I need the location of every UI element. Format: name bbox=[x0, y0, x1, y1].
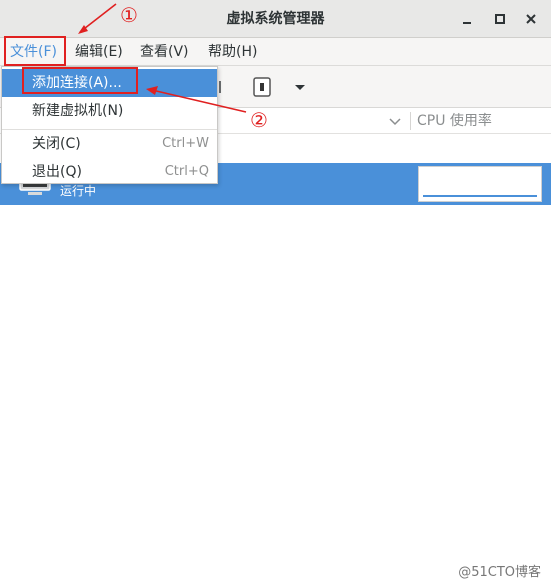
watermark-text: @51CTO博客 bbox=[458, 565, 541, 580]
annotation-arrowhead-2 bbox=[146, 86, 158, 95]
annotation-arrow-2 bbox=[151, 89, 247, 113]
annotation-arrows bbox=[78, 3, 247, 113]
virt-manager-window: 虚拟系统管理器 文件(F) 编辑(E) 查看(V) 帮助(H) CPU 使用率 … bbox=[0, 0, 551, 586]
